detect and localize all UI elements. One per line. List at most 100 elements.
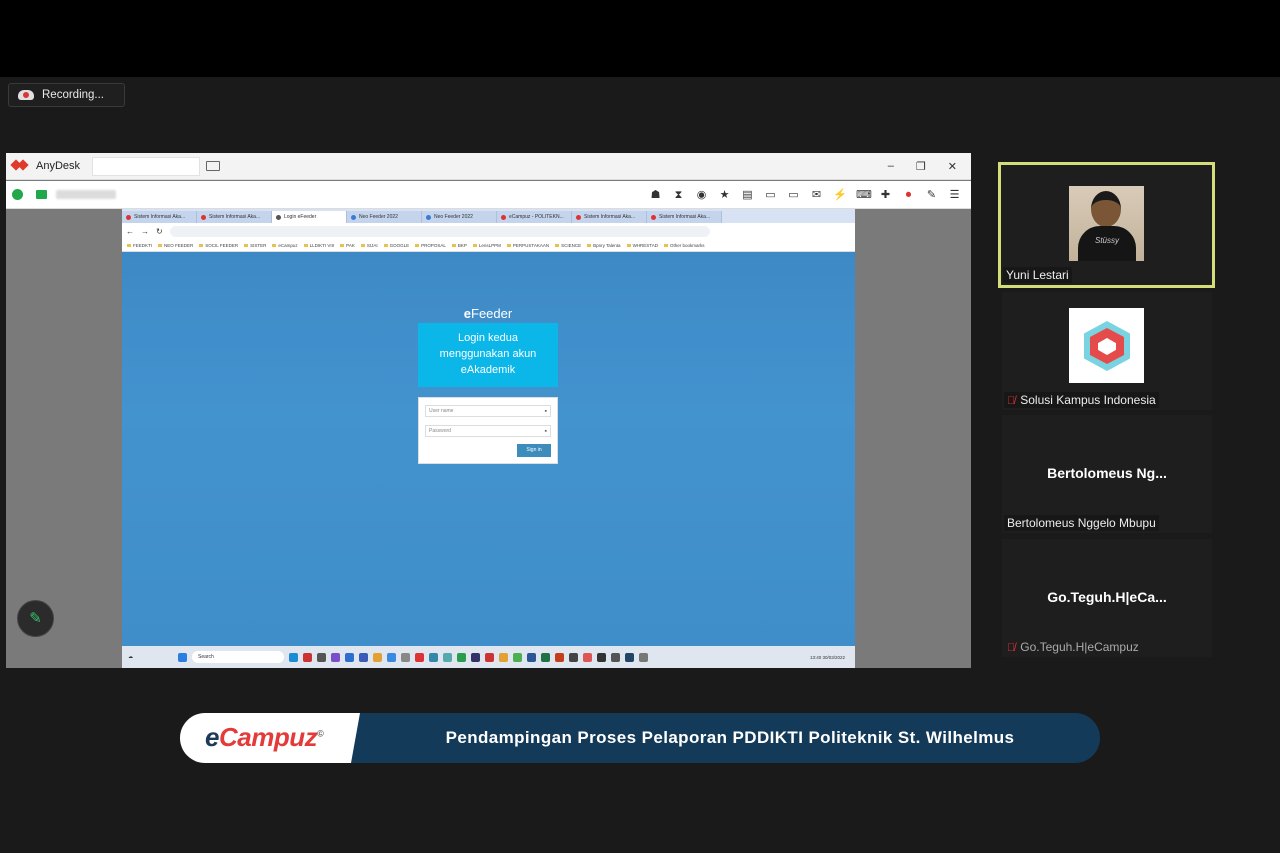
app-icon[interactable]	[443, 652, 452, 662]
bookmark[interactable]: PROPOSAL	[415, 243, 446, 248]
weather-icon[interactable]: ☁	[128, 654, 133, 660]
message-icon[interactable]: ✉	[810, 189, 823, 201]
browser-tab[interactable]: eCampuz - POLITEKN...	[497, 211, 572, 223]
browser-tab[interactable]: Sistem Informasi Aka...	[647, 211, 722, 223]
app-icon[interactable]	[583, 652, 592, 662]
app-icon[interactable]	[569, 652, 578, 662]
app-icon[interactable]	[359, 652, 368, 662]
hourglass-icon[interactable]: ⧗	[672, 189, 685, 201]
minimize-button[interactable]: –	[888, 160, 894, 173]
new-session-icon[interactable]	[206, 161, 221, 171]
browser-address-bar: ← → ↻	[122, 223, 855, 239]
url-field-blurred[interactable]	[169, 225, 710, 237]
app-icon[interactable]	[625, 652, 634, 662]
app-icon[interactable]	[415, 652, 424, 662]
file-icon[interactable]: ▤	[741, 189, 754, 201]
remote-desktop[interactable]: Sistem Informasi Aka... Sistem Informasi…	[122, 209, 855, 668]
app-icon[interactable]	[331, 652, 340, 662]
back-icon[interactable]: ←	[126, 227, 134, 236]
app-icon[interactable]	[457, 652, 466, 662]
monitor-icon[interactable]	[36, 190, 47, 199]
recording-indicator[interactable]: Recording...	[8, 83, 125, 107]
taskbar-clock[interactable]: 13:40 30/03/2022	[810, 655, 855, 660]
record-icon[interactable]: ⏺	[902, 189, 915, 201]
bookmark[interactable]: SISTER	[244, 243, 266, 248]
app-icon[interactable]	[345, 652, 354, 662]
participant-tile[interactable]: 🎙̸ Solusi Kampus Indonesia	[1002, 292, 1212, 410]
browser-tab[interactable]: Neo Feeder 2022	[422, 211, 497, 223]
password-input[interactable]: Password	[425, 425, 551, 437]
anydesk-titlebar: AnyDesk – ❐ ✕	[6, 153, 971, 180]
browser-tab[interactable]: Neo Feeder 2022	[347, 211, 422, 223]
app-icon[interactable]	[317, 652, 326, 662]
app-icon[interactable]	[485, 652, 494, 662]
bookmark[interactable]: NEO FEEDER	[158, 243, 193, 248]
keyboard-icon[interactable]: ⌨	[856, 189, 872, 201]
app-icon[interactable]	[303, 652, 312, 662]
star-icon[interactable]: ★	[718, 189, 731, 201]
mic-muted-icon: 🎙̸	[1007, 395, 1016, 407]
app-icon[interactable]	[499, 652, 508, 662]
participant-tile[interactable]: Bertolomeus Ng... Bertolomeus Nggelo Mbu…	[1002, 415, 1212, 533]
participant-tile[interactable]: Go.Teguh.H|eCa... 🎙̸ Go.Teguh.H|eCampuz	[1002, 539, 1212, 657]
lightning-icon[interactable]: ⚡	[833, 189, 847, 201]
bookmark[interactable]: GOOGLE	[384, 243, 410, 248]
user-icon[interactable]: ☗	[649, 189, 662, 201]
bookmark[interactable]: SOCIL FEEDER	[199, 243, 238, 248]
browser-tab[interactable]: Sistem Informasi Aka...	[122, 211, 197, 223]
reload-icon[interactable]: ↻	[156, 227, 163, 236]
pen-icon[interactable]: ✎	[925, 189, 938, 201]
bookmark[interactable]: SCIENCE	[555, 243, 581, 248]
ecampuz-logo: eCampuz©	[205, 722, 324, 752]
bookmark[interactable]: PERPUSTAKAAN	[507, 243, 549, 248]
bookmark[interactable]: FEEDKTI	[127, 243, 152, 248]
chrome-icon[interactable]	[513, 652, 522, 662]
browser-tab[interactable]: Sistem Informasi Aka...	[572, 211, 647, 223]
annotate-pencil-button[interactable]: ✎	[17, 600, 54, 637]
plus-icon[interactable]: ✚	[879, 189, 892, 201]
taskbar-search[interactable]: Search	[192, 651, 284, 663]
app-icon[interactable]	[373, 652, 382, 662]
banner-title: Pendampingan Proses Pelaporan PDDIKTI Po…	[445, 728, 1015, 747]
disk-icon[interactable]: ◉	[695, 189, 708, 201]
window-controls: – ❐ ✕	[888, 160, 971, 173]
close-button[interactable]: ✕	[948, 160, 957, 173]
browser-tab[interactable]: Sistem Informasi Aka...	[197, 211, 272, 223]
bookmark[interactable]: BKP	[452, 243, 467, 248]
bookmark[interactable]: LensLPPM	[473, 243, 501, 248]
app-icon[interactable]	[429, 652, 438, 662]
app-icon[interactable]	[471, 652, 480, 662]
app-icon[interactable]	[611, 652, 620, 662]
participant-tile-active[interactable]: Stüssy Yuni Lestari	[998, 162, 1215, 288]
bookmark[interactable]: Bpnry Talenta	[587, 243, 620, 248]
bookmark-other[interactable]: Other bookmarks	[664, 243, 705, 248]
edge-icon[interactable]	[289, 652, 298, 662]
app-icon[interactable]	[597, 652, 606, 662]
chat-icon[interactable]: ▭	[764, 189, 777, 201]
bookmark[interactable]: LLDIKTI VIII	[304, 243, 335, 248]
bookmark[interactable]: WHRESTAD	[627, 243, 658, 248]
maximize-button[interactable]: ❐	[916, 160, 926, 173]
participant-name: 🎙̸ Go.Teguh.H|eCampuz	[1007, 640, 1139, 654]
browser-tab-strip: Sistem Informasi Aka... Sistem Informasi…	[122, 209, 855, 223]
bookmark[interactable]: eCampuz	[272, 243, 297, 248]
username-input[interactable]: User name	[425, 405, 551, 417]
app-icon[interactable]	[639, 652, 648, 662]
powerpoint-icon[interactable]	[555, 652, 564, 662]
start-icon[interactable]	[178, 652, 187, 662]
word-icon[interactable]	[527, 652, 536, 662]
monitor-icon[interactable]: ▭	[787, 189, 800, 201]
bookmark[interactable]: SIJAI	[361, 243, 378, 248]
eakademik-login-panel[interactable]: Login kedua menggunakan akun eAkademik	[418, 323, 558, 387]
bookmark[interactable]: PAK	[340, 243, 355, 248]
browser-tab-active[interactable]: Login eFeeder	[272, 211, 347, 223]
forward-icon[interactable]: →	[141, 227, 149, 236]
app-icon[interactable]	[401, 652, 410, 662]
efeeder-logo: eFeeder	[463, 306, 513, 321]
sign-in-button[interactable]: Sign in	[517, 444, 551, 457]
menu-icon[interactable]: ☰	[948, 189, 961, 201]
anydesk-session-tab[interactable]	[92, 156, 201, 176]
excel-icon[interactable]	[541, 652, 550, 662]
app-icon[interactable]	[387, 652, 396, 662]
participant-display-name: Go.Teguh.H|eCa...	[1047, 589, 1167, 605]
